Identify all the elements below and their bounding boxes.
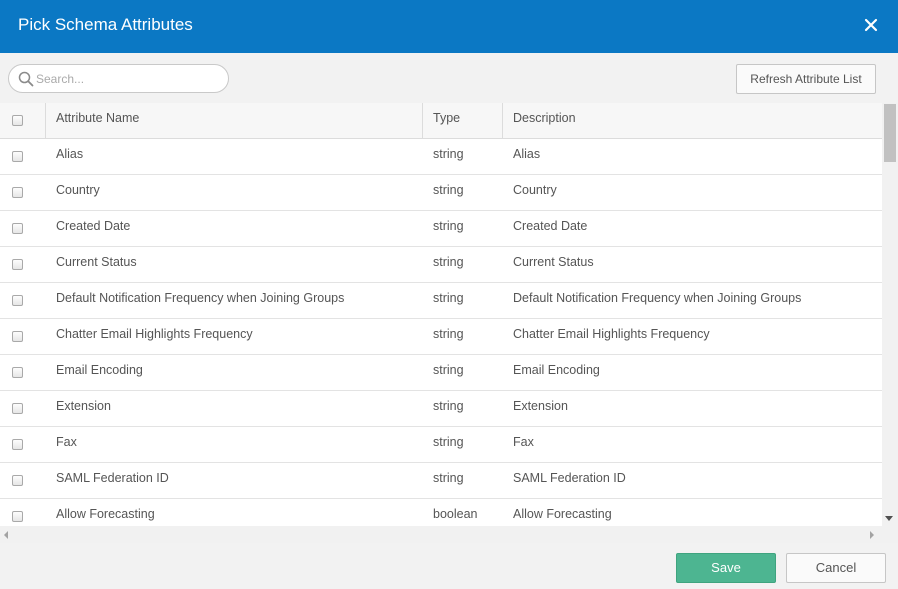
- attribute-type-cell: string: [433, 147, 464, 161]
- search-icon: [18, 71, 34, 92]
- attribute-type-cell: string: [433, 327, 464, 341]
- attribute-type-cell: string: [433, 363, 464, 377]
- table-row[interactable]: Alias string Alias: [0, 139, 882, 175]
- attribute-type-cell: string: [433, 255, 464, 269]
- attribute-description-cell: Default Notification Frequency when Join…: [513, 291, 802, 305]
- attribute-table: Attribute Name Type Description Alias str…: [0, 103, 882, 526]
- select-all-checkbox[interactable]: [12, 115, 23, 126]
- row-checkbox[interactable]: [12, 367, 23, 378]
- attribute-description-cell: Current Status: [513, 255, 594, 269]
- save-button[interactable]: Save: [676, 553, 776, 583]
- table-row[interactable]: Extension string Extension: [0, 391, 882, 427]
- table-row[interactable]: Current Status string Current Status: [0, 247, 882, 283]
- row-checkbox[interactable]: [12, 475, 23, 486]
- search-box[interactable]: [8, 64, 229, 93]
- vertical-scrollbar[interactable]: [882, 103, 898, 526]
- attribute-description-cell: Allow Forecasting: [513, 507, 612, 521]
- row-checkbox[interactable]: [12, 439, 23, 450]
- attribute-description-cell: Fax: [513, 435, 534, 449]
- attribute-name-cell: Current Status: [56, 255, 137, 269]
- attribute-description-cell: Extension: [513, 399, 568, 413]
- attribute-type-cell: string: [433, 291, 464, 305]
- row-checkbox[interactable]: [12, 259, 23, 270]
- attribute-description-cell: SAML Federation ID: [513, 471, 626, 485]
- row-checkbox[interactable]: [12, 403, 23, 414]
- table-row[interactable]: Created Date string Created Date: [0, 211, 882, 247]
- toolbar: Refresh Attribute List: [0, 53, 898, 103]
- table-header: Attribute Name Type Description: [0, 103, 882, 139]
- attribute-name-cell: Country: [56, 183, 100, 197]
- column-header-attribute-name[interactable]: Attribute Name: [56, 103, 416, 138]
- attribute-type-cell: string: [433, 399, 464, 413]
- attribute-name-cell: Default Notification Frequency when Join…: [56, 291, 345, 305]
- attribute-description-cell: Email Encoding: [513, 363, 600, 377]
- dialog-titlebar: Pick Schema Attributes: [0, 0, 898, 53]
- attribute-name-cell: Alias: [56, 147, 84, 161]
- column-header-description[interactable]: Description: [513, 103, 878, 138]
- dialog-title: Pick Schema Attributes: [18, 15, 193, 34]
- attribute-description-cell: Country: [513, 183, 557, 197]
- table-row[interactable]: Email Encoding string Email Encoding: [0, 355, 882, 391]
- row-checkbox[interactable]: [12, 187, 23, 198]
- attribute-name-cell: SAML Federation ID: [56, 471, 169, 485]
- horizontal-scrollbar[interactable]: [0, 526, 882, 543]
- attribute-type-cell: string: [433, 435, 464, 449]
- attribute-description-cell: Chatter Email Highlights Frequency: [513, 327, 710, 341]
- scroll-down-arrow-icon[interactable]: [885, 516, 893, 521]
- attribute-name-cell: Extension: [56, 399, 111, 413]
- column-header-type[interactable]: Type: [433, 103, 501, 138]
- attribute-type-cell: string: [433, 471, 464, 485]
- row-checkbox[interactable]: [12, 223, 23, 234]
- scrollbar-corner: [882, 526, 898, 543]
- attribute-grid: Attribute Name Type Description Alias str…: [0, 103, 898, 526]
- close-icon[interactable]: [864, 18, 878, 32]
- attribute-type-cell: string: [433, 219, 464, 233]
- row-checkbox[interactable]: [12, 151, 23, 162]
- table-row[interactable]: Allow Forecasting boolean Allow Forecastin…: [0, 499, 882, 526]
- scroll-left-arrow-icon[interactable]: [4, 531, 8, 539]
- refresh-attribute-list-button[interactable]: Refresh Attribute List: [736, 64, 876, 94]
- table-row[interactable]: Country string Country: [0, 175, 882, 211]
- attribute-type-cell: boolean: [433, 507, 478, 521]
- scroll-right-arrow-icon[interactable]: [870, 531, 874, 539]
- row-checkbox[interactable]: [12, 331, 23, 342]
- row-checkbox[interactable]: [12, 295, 23, 306]
- attribute-name-cell: Fax: [56, 435, 77, 449]
- table-row[interactable]: SAML Federation ID string SAML Federation …: [0, 463, 882, 499]
- cancel-button[interactable]: Cancel: [786, 553, 886, 583]
- table-row[interactable]: Fax string Fax: [0, 427, 882, 463]
- vertical-scroll-thumb[interactable]: [884, 104, 896, 162]
- attribute-name-cell: Chatter Email Highlights Frequency: [56, 327, 253, 341]
- attribute-description-cell: Created Date: [513, 219, 588, 233]
- row-checkbox[interactable]: [12, 511, 23, 522]
- attribute-name-cell: Allow Forecasting: [56, 507, 155, 521]
- table-row[interactable]: Default Notification Frequency when Join…: [0, 283, 882, 319]
- attribute-name-cell: Email Encoding: [56, 363, 143, 377]
- attribute-name-cell: Created Date: [56, 219, 131, 233]
- dialog-footer: Save Cancel: [0, 543, 898, 589]
- table-row[interactable]: Chatter Email Highlights Frequency string…: [0, 319, 882, 355]
- attribute-description-cell: Alias: [513, 147, 541, 161]
- search-input[interactable]: [36, 69, 221, 89]
- attribute-type-cell: string: [433, 183, 464, 197]
